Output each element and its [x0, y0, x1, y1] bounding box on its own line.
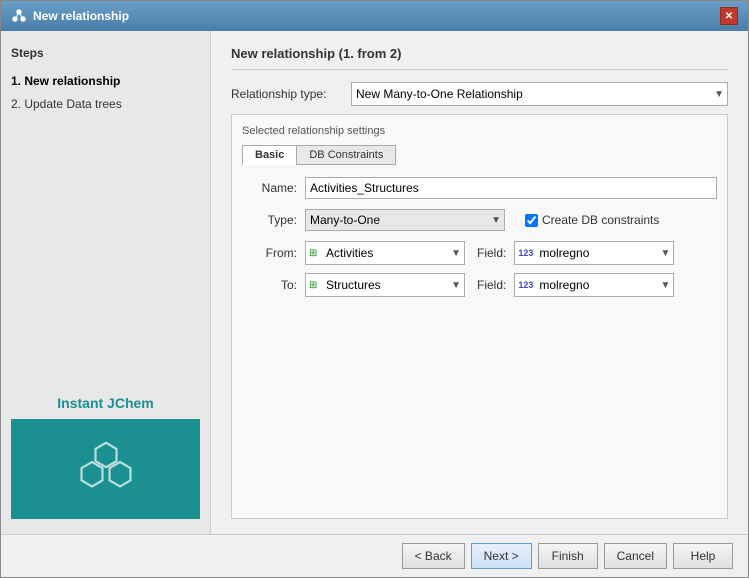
to-table-select-wrapper: ⊞ Structures ▼	[305, 273, 465, 297]
step-2-label: Update Data trees	[24, 97, 121, 111]
sidebar: Steps 1. New relationship 2. Update Data…	[1, 31, 211, 534]
from-table-select[interactable]: Activities	[305, 241, 465, 265]
title-bar-left: New relationship	[11, 8, 129, 24]
settings-title: Selected relationship settings	[242, 125, 717, 137]
main-content: New relationship (1. from 2) Relationshi…	[211, 31, 748, 534]
logo-area	[11, 419, 200, 519]
to-label: To:	[242, 278, 297, 292]
steps-title: Steps	[11, 46, 200, 60]
name-input[interactable]	[305, 177, 717, 199]
relationship-type-select[interactable]: New Many-to-One Relationship New One-to-…	[351, 82, 728, 106]
cancel-button[interactable]: Cancel	[604, 543, 667, 569]
from-field-label: Field:	[477, 246, 506, 260]
sidebar-step-2: 2. Update Data trees	[11, 93, 200, 116]
tab-db-constraints[interactable]: DB Constraints	[296, 145, 396, 165]
help-button[interactable]: Help	[673, 543, 733, 569]
back-button[interactable]: < Back	[402, 543, 465, 569]
to-field-select[interactable]: molregno	[514, 273, 674, 297]
to-table-select[interactable]: Structures	[305, 273, 465, 297]
main-title: New relationship (1. from 2)	[231, 46, 728, 70]
sidebar-spacer	[11, 116, 200, 395]
logo-icon	[71, 434, 141, 504]
step-1-number: 1.	[11, 74, 24, 88]
next-button[interactable]: Next >	[471, 543, 532, 569]
type-select-wrapper: Many-to-One One-to-Many One-to-One ▼	[305, 209, 505, 231]
brand-name: Instant JChem	[11, 395, 200, 411]
from-row: From: ⊞ Activities ▼ Field: 123 molregno	[242, 241, 717, 265]
dialog-title: New relationship	[33, 9, 129, 23]
type-select[interactable]: Many-to-One One-to-Many One-to-One	[305, 209, 505, 231]
relationship-type-label: Relationship type:	[231, 87, 351, 101]
step-1-label: New relationship	[24, 74, 120, 88]
settings-box: Selected relationship settings Basic DB …	[231, 114, 728, 519]
dialog-body: Steps 1. New relationship 2. Update Data…	[1, 31, 748, 534]
tabs: Basic DB Constraints	[242, 145, 717, 165]
from-field-select-wrapper: 123 molregno ▼	[514, 241, 674, 265]
from-table-select-wrapper: ⊞ Activities ▼	[305, 241, 465, 265]
create-db-constraints-text: Create DB constraints	[542, 213, 659, 227]
to-field-select-wrapper: 123 molregno ▼	[514, 273, 674, 297]
tab-basic[interactable]: Basic	[242, 145, 296, 165]
dialog-icon	[11, 8, 27, 24]
to-row: To: ⊞ Structures ▼ Field: 123 molregno	[242, 273, 717, 297]
create-db-constraints-checkbox[interactable]	[525, 214, 538, 227]
from-label: From:	[242, 246, 297, 260]
type-row: Type: Many-to-One One-to-Many One-to-One…	[242, 209, 717, 231]
footer: < Back Next > Finish Cancel Help	[1, 534, 748, 577]
finish-button[interactable]: Finish	[538, 543, 598, 569]
to-field-label: Field:	[477, 278, 506, 292]
from-field-select[interactable]: molregno	[514, 241, 674, 265]
step-2-number: 2.	[11, 97, 24, 111]
dialog: New relationship ✕ Steps 1. New relation…	[0, 0, 749, 578]
close-button[interactable]: ✕	[720, 7, 738, 25]
type-label: Type:	[242, 213, 297, 227]
create-db-constraints-label: Create DB constraints	[525, 213, 659, 227]
relationship-type-select-wrapper: New Many-to-One Relationship New One-to-…	[351, 82, 728, 106]
title-bar: New relationship ✕	[1, 1, 748, 31]
sidebar-step-1: 1. New relationship	[11, 70, 200, 93]
name-label: Name:	[242, 181, 297, 195]
name-row: Name:	[242, 177, 717, 199]
relationship-type-row: Relationship type: New Many-to-One Relat…	[231, 82, 728, 106]
